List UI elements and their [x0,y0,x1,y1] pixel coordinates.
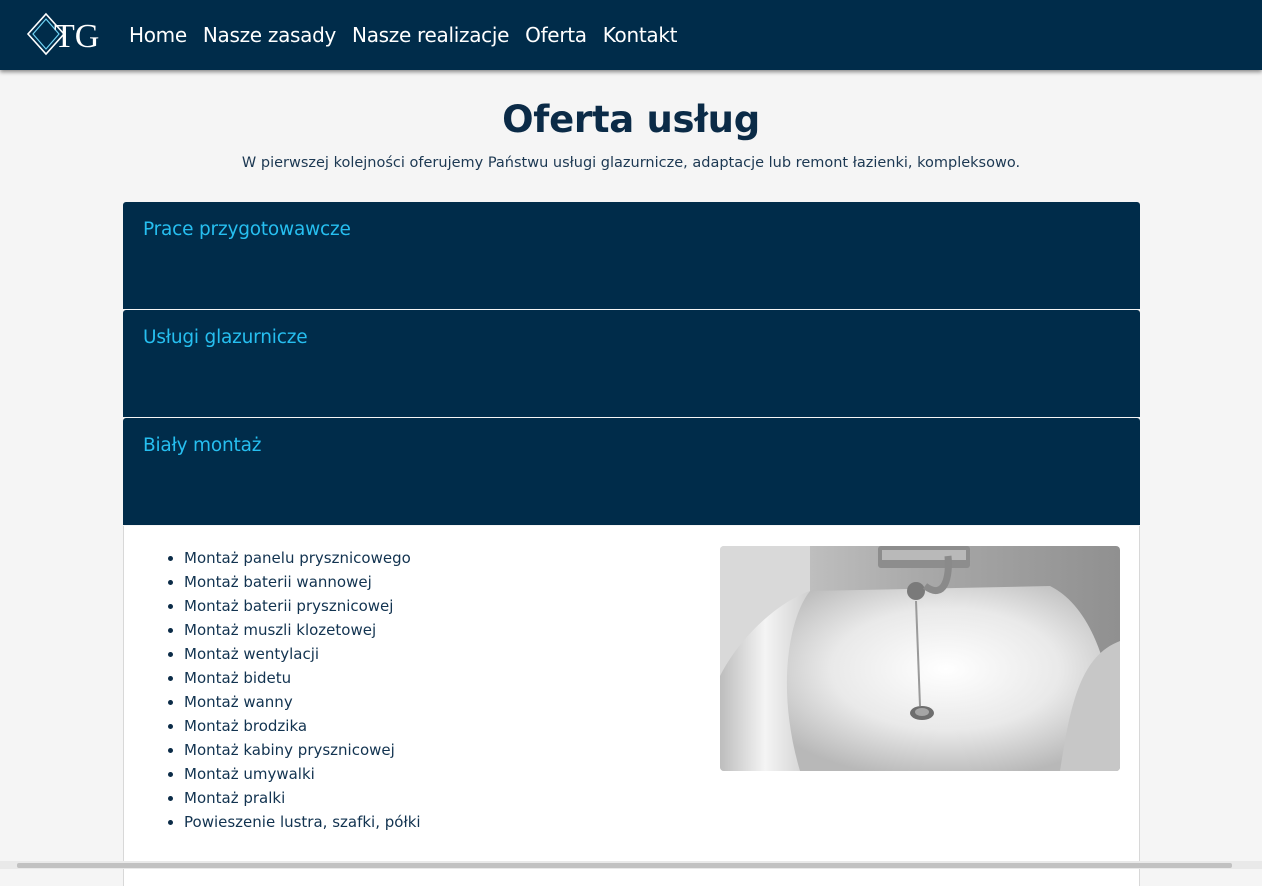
accordion-header-bialy-montaz[interactable]: Biały montaż [123,418,1140,525]
list-item: Montaż brodzika [184,714,421,738]
list-item: Montaż muszli klozetowej [184,618,421,642]
services-accordion: Prace przygotowawcze Usługi glazurnicze … [123,202,1140,886]
list-item: Montaż bidetu [184,666,421,690]
bathtub-photo [720,546,1120,771]
accordion-body-bialy-montaz: Montaż panelu prysznicowego Montaż bater… [123,526,1140,886]
list-item: Montaż baterii wannowej [184,570,421,594]
list-item: Montaż wanny [184,690,421,714]
list-item: Montaż baterii prysznicowej [184,594,421,618]
service-list: Montaż panelu prysznicowego Montaż bater… [184,546,421,834]
page-intro: W pierwszej kolejności oferujemy Państwu… [241,155,1021,171]
diamond-logo-icon[interactable]: TG [26,12,106,56]
logo-text: TG [54,18,99,55]
scrollbar-thumb[interactable] [17,863,1232,868]
list-item: Powieszenie lustra, szafki, półki [184,810,421,834]
list-item: Montaż umywalki [184,762,421,786]
list-item: Montaż kabiny prysznicowej [184,738,421,762]
accordion-header-uslugi-glazurnicze[interactable]: Usługi glazurnicze [123,310,1140,417]
accordion-header-title: Prace przygotowawcze [143,219,351,240]
accordion-header-title: Usługi glazurnicze [143,327,308,348]
list-item: Montaż panelu prysznicowego [184,546,421,570]
accordion-header-title: Biały montaż [143,435,262,456]
nav-link-home[interactable]: Home [129,23,187,47]
accordion-header-prace-przygotowawcze[interactable]: Prace przygotowawcze [123,202,1140,309]
nav-link-kontakt[interactable]: Kontakt [603,23,678,47]
top-navbar: TG Home Nasze zasady Nasze realizacje Of… [0,0,1262,70]
horizontal-scrollbar[interactable] [0,861,1262,869]
nav-link-oferta[interactable]: Oferta [525,23,587,47]
nav-link-nasze-realizacje[interactable]: Nasze realizacje [352,23,509,47]
nav-link-nasze-zasady[interactable]: Nasze zasady [203,23,336,47]
page-title: Oferta usług [502,98,760,141]
nav-links: Home Nasze zasady Nasze realizacje Ofert… [129,0,693,70]
list-item: Montaż wentylacji [184,642,421,666]
list-item: Montaż pralki [184,786,421,810]
